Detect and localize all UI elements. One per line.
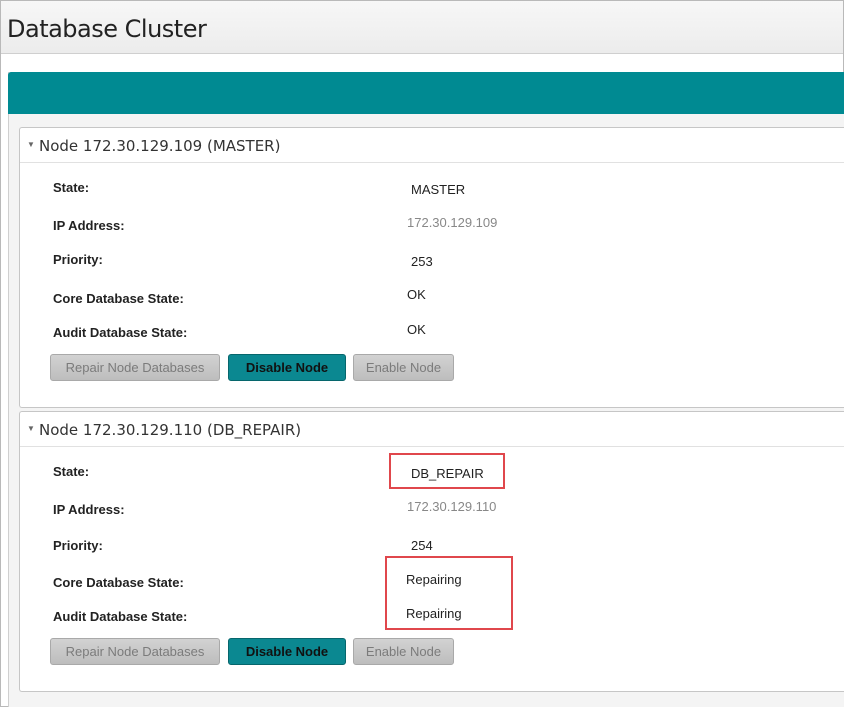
- node-title: Node 172.30.129.110 (DB_REPAIR): [39, 421, 302, 439]
- page-title: Database Cluster: [7, 15, 207, 43]
- state-label: State:: [53, 464, 90, 479]
- node-header[interactable]: ▼ Node 172.30.129.110 (DB_REPAIR): [20, 412, 844, 447]
- state-highlight-box: [389, 453, 505, 489]
- priority-value: 253: [411, 254, 433, 269]
- priority-value: 254: [411, 538, 433, 553]
- audit-db-state-label: Audit Database State:: [53, 609, 188, 624]
- node-header[interactable]: ▼ Node 172.30.129.109 (MASTER): [20, 128, 844, 163]
- audit-db-state-label: Audit Database State:: [53, 325, 188, 340]
- ip-address-label: IP Address:: [53, 218, 125, 233]
- node-title: Node 172.30.129.109 (MASTER): [39, 137, 281, 155]
- enable-node-button[interactable]: Enable Node: [353, 638, 454, 665]
- core-db-state-label: Core Database State:: [53, 291, 184, 306]
- priority-label: Priority:: [53, 252, 103, 267]
- state-label: State:: [53, 180, 90, 195]
- disable-node-button[interactable]: Disable Node: [228, 638, 346, 665]
- ip-address-label: IP Address:: [53, 502, 125, 517]
- section-header-bar: [8, 72, 844, 114]
- disable-node-button[interactable]: Disable Node: [228, 354, 346, 381]
- collapse-caret-icon[interactable]: ▼: [27, 424, 35, 433]
- core-db-state-value: OK: [407, 287, 426, 302]
- repair-node-databases-button[interactable]: Repair Node Databases: [50, 354, 220, 381]
- ip-address-value: 172.30.129.109: [407, 215, 498, 230]
- repair-node-databases-button[interactable]: Repair Node Databases: [50, 638, 220, 665]
- ip-address-value: 172.30.129.110: [407, 499, 497, 514]
- collapse-caret-icon[interactable]: ▼: [27, 140, 35, 149]
- node-panel-master: ▼ Node 172.30.129.109 (MASTER) State: MA…: [19, 127, 844, 408]
- state-value: MASTER: [411, 182, 466, 197]
- core-db-state-label: Core Database State:: [53, 575, 184, 590]
- audit-db-state-value: OK: [407, 322, 426, 337]
- priority-label: Priority:: [53, 538, 103, 553]
- enable-node-button[interactable]: Enable Node: [353, 354, 454, 381]
- db-state-highlight-box: [385, 556, 513, 630]
- page-header: Database Cluster: [1, 1, 843, 54]
